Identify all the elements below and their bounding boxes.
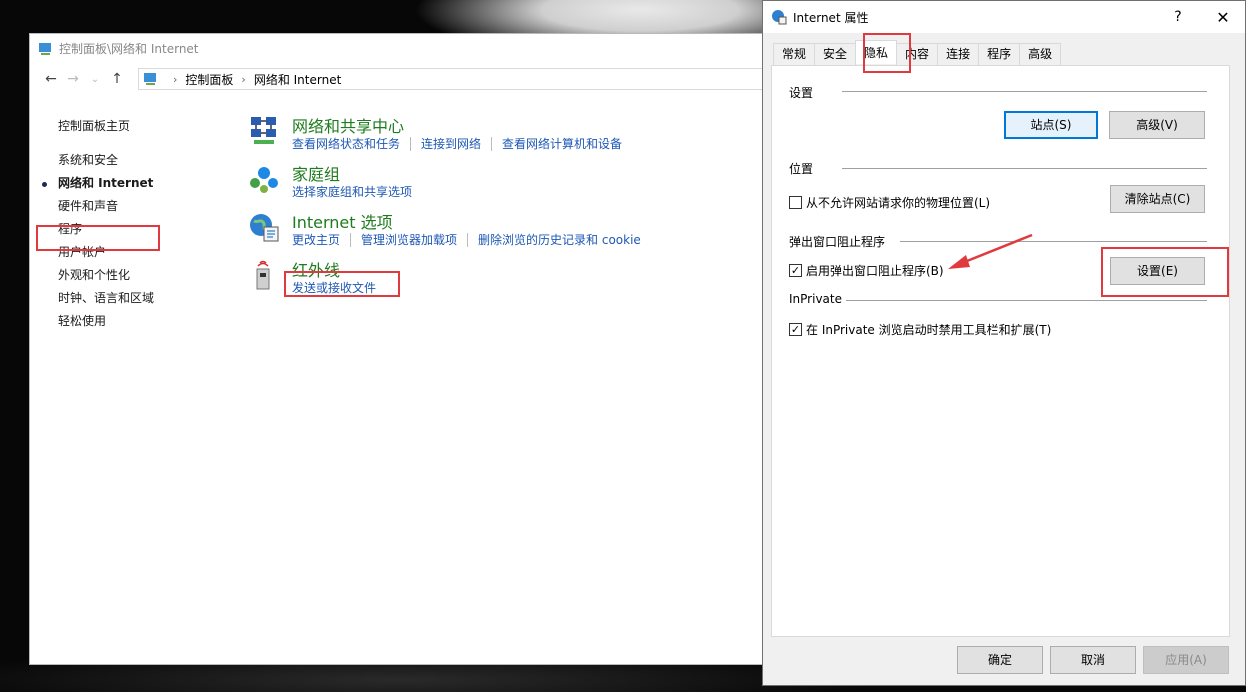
inprivate-checkbox-label: 在 InPrivate 浏览启动时禁用工具栏和扩展(T): [806, 323, 1052, 337]
category-homegroup: 家庭组 选择家庭组和共享选项: [248, 161, 748, 209]
window-title: 控制面板\网络和 Internet: [59, 42, 199, 56]
tab-security[interactable]: 安全: [814, 43, 857, 65]
popup-checkbox-row[interactable]: ✓ 启用弹出窗口阻止程序(B): [789, 262, 944, 279]
link-view-network-status[interactable]: 查看网络状态和任务: [292, 137, 412, 151]
back-arrow-icon[interactable]: ←: [40, 71, 62, 87]
group-divider: [842, 168, 1207, 169]
popup-checkbox-label: 启用弹出窗口阻止程序(B): [806, 264, 944, 278]
category-links: 选择家庭组和共享选项: [292, 183, 432, 200]
control-panel-window: 控制面板\网络和 Internet ← → ⌄ ↑ › 控制面板 › 网络和 I…: [29, 33, 769, 665]
recent-chevron-down-icon[interactable]: ⌄: [84, 74, 106, 85]
help-icon[interactable]: ?: [1155, 9, 1201, 25]
infrared-icon: [256, 260, 270, 290]
sidebar: 控制面板主页 系统和安全 网络和 Internet 硬件和声音 程序 用户帐户 …: [42, 115, 218, 333]
internet-options-globe-icon: [250, 214, 279, 242]
highlight-box-popup-settings: [1101, 247, 1229, 297]
sites-button[interactable]: 站点(S): [1004, 111, 1098, 139]
location-checkbox-label: 从不允许网站请求你的物理位置(L): [806, 196, 991, 210]
up-arrow-icon[interactable]: ↑: [106, 71, 128, 87]
breadcrumb-item[interactable]: 网络和 Internet: [254, 71, 341, 88]
link-change-homepage[interactable]: 更改主页: [292, 233, 352, 247]
cancel-button[interactable]: 取消: [1050, 646, 1136, 674]
category-title[interactable]: 家庭组: [292, 161, 340, 185]
sidebar-item-clock-language[interactable]: 时钟、语言和区域: [58, 287, 218, 310]
sidebar-item-ease-of-access[interactable]: 轻松使用: [58, 310, 218, 333]
advanced-button[interactable]: 高级(V): [1109, 111, 1205, 139]
location-checkbox-row[interactable]: 从不允许网站请求你的物理位置(L): [789, 194, 990, 211]
group-divider: [842, 91, 1207, 92]
group-divider: [846, 300, 1207, 301]
homegroup-icon: [250, 167, 278, 193]
control-panel-icon: [39, 42, 51, 55]
dialog-title: Internet 属性: [793, 10, 869, 25]
category-internet-options: Internet 选项 更改主页 管理浏览器加载项 删除浏览的历史记录和 cooki…: [248, 209, 748, 257]
link-view-network-computers[interactable]: 查看网络计算机和设备: [502, 137, 632, 151]
breadcrumb-item[interactable]: 控制面板: [185, 71, 233, 88]
apply-button[interactable]: 应用(A): [1143, 646, 1229, 674]
location-checkbox[interactable]: [789, 196, 802, 209]
breadcrumb-chevron-icon: ›: [173, 72, 178, 86]
clear-sites-button[interactable]: 清除站点(C): [1110, 185, 1205, 213]
close-icon[interactable]: ✕: [1201, 8, 1245, 27]
internet-globe-icon: [772, 10, 787, 25]
highlight-box-internet-options: [284, 271, 400, 297]
category-title[interactable]: 网络和共享中心: [292, 113, 404, 137]
popup-checkbox[interactable]: ✓: [789, 264, 802, 277]
ok-button[interactable]: 确定: [957, 646, 1043, 674]
dialog-titlebar: Internet 属性 ? ✕: [763, 1, 1245, 33]
control-panel-titlebar: 控制面板\网络和 Internet: [30, 34, 768, 63]
tab-programs[interactable]: 程序: [978, 43, 1021, 65]
inprivate-checkbox-row[interactable]: ✓ 在 InPrivate 浏览启动时禁用工具栏和扩展(T): [789, 321, 1051, 338]
link-manage-addons[interactable]: 管理浏览器加载项: [361, 233, 469, 247]
group-label-inprivate: InPrivate: [789, 292, 842, 306]
group-label-popup-blocker: 弹出窗口阻止程序: [789, 235, 886, 249]
tab-advanced[interactable]: 高级: [1019, 43, 1062, 65]
inprivate-checkbox[interactable]: ✓: [789, 323, 802, 336]
category-links: 查看网络状态和任务 连接到网络 查看网络计算机和设备: [292, 135, 642, 152]
category-network-sharing-center: 网络和共享中心 查看网络状态和任务 连接到网络 查看网络计算机和设备: [248, 113, 748, 161]
privacy-panel: 设置 站点(S) 高级(V) 位置 从不允许网站请求你的物理位置(L) 清除站点…: [771, 65, 1230, 637]
sidebar-item-system-security[interactable]: 系统和安全: [58, 149, 218, 172]
link-homegroup-options[interactable]: 选择家庭组和共享选项: [292, 185, 422, 199]
internet-properties-dialog: Internet 属性 ? ✕ 常规 安全 隐私 内容 连接 程序 高级 设置 …: [762, 0, 1246, 686]
control-panel-icon: [144, 73, 156, 85]
sidebar-item-appearance[interactable]: 外观和个性化: [58, 264, 218, 287]
highlight-box-sidebar: [36, 225, 160, 251]
sidebar-item-network-internet[interactable]: 网络和 Internet: [42, 172, 218, 195]
group-label-settings: 设置: [789, 86, 814, 100]
breadcrumb-chevron-icon: ›: [241, 72, 246, 86]
tab-general[interactable]: 常规: [773, 43, 816, 65]
network-sharing-icon: [251, 117, 276, 144]
address-bar[interactable]: › 控制面板 › 网络和 Internet: [138, 68, 768, 90]
sidebar-item-home[interactable]: 控制面板主页: [58, 115, 218, 149]
tab-strip: 常规 安全 隐私 内容 连接 程序 高级: [773, 40, 1062, 65]
link-delete-history[interactable]: 删除浏览的历史记录和 cookie: [478, 233, 651, 247]
highlight-box-privacy-tab: [863, 33, 911, 73]
tab-connections[interactable]: 连接: [937, 43, 980, 65]
category-title[interactable]: Internet 选项: [292, 209, 393, 233]
group-label-location: 位置: [789, 162, 814, 176]
forward-arrow-icon[interactable]: →: [62, 71, 84, 87]
sidebar-item-hardware-sound[interactable]: 硬件和声音: [58, 195, 218, 218]
category-links: 更改主页 管理浏览器加载项 删除浏览的历史记录和 cookie: [292, 231, 661, 248]
control-panel-body: 控制面板主页 系统和安全 网络和 Internet 硬件和声音 程序 用户帐户 …: [30, 95, 768, 655]
red-arrow-annotation: [948, 233, 1033, 269]
link-connect-network[interactable]: 连接到网络: [421, 137, 493, 151]
navigation-bar: ← → ⌄ ↑ › 控制面板 › 网络和 Internet: [30, 63, 768, 95]
